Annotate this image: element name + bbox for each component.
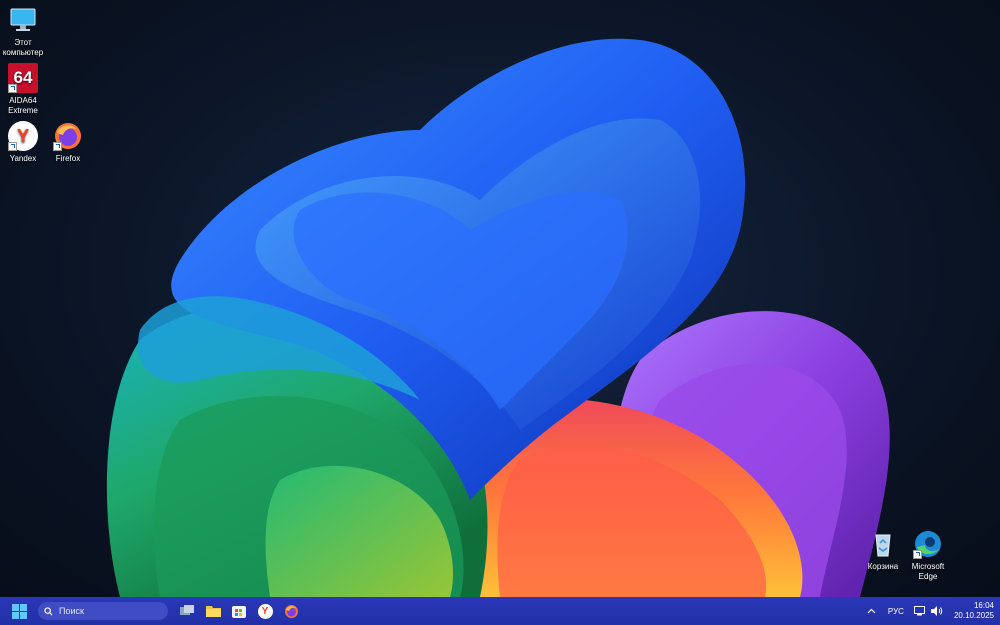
shortcut-arrow-icon <box>8 84 17 93</box>
shortcut-arrow-icon <box>8 142 17 151</box>
language-indicator[interactable]: РУС <box>888 607 904 616</box>
yandex-badge: Y <box>16 126 29 146</box>
desktop-icon-aida64[interactable]: 64 AIDA64 Extreme <box>0 63 46 116</box>
desktop-icon-label: Microsoft Edge <box>911 562 945 581</box>
desktop-icon-label: Корзина <box>867 562 899 571</box>
yandex-icon: Y <box>8 121 38 151</box>
desktop[interactable]: Этот компьютер 64 AIDA64 Extreme Y Yande… <box>0 0 1000 597</box>
network-icon <box>914 606 926 616</box>
wallpaper-bloom <box>106 38 890 597</box>
task-view-button[interactable] <box>174 598 200 624</box>
aida64-icon: 64 <box>8 63 38 93</box>
start-icon <box>11 603 27 619</box>
recycle-bin-icon <box>868 529 898 559</box>
yandex-taskbar-button[interactable]: Y <box>252 598 278 624</box>
desktop-icon-label: AIDA64 Extreme <box>8 96 38 115</box>
show-hidden-icons-button[interactable] <box>862 598 882 624</box>
desktop-icon-firefox[interactable]: Firefox <box>45 121 91 164</box>
desktop-icon-label: Firefox <box>55 154 81 163</box>
yandex-badge: Y <box>261 605 269 617</box>
speaker-icon <box>930 606 943 616</box>
network-button[interactable] <box>912 598 928 624</box>
desktop-icon-label: Yandex <box>9 154 37 163</box>
desktop-icon-yandex[interactable]: Y Yandex <box>0 121 46 164</box>
file-explorer-icon <box>205 606 221 617</box>
search-placeholder: Поиск <box>59 606 84 616</box>
clock[interactable]: 16:04 20.10.2025 <box>954 601 994 621</box>
monitor-icon <box>8 5 38 35</box>
store-icon <box>232 606 246 618</box>
search-box[interactable]: Поиск <box>38 602 168 620</box>
task-view-icon <box>180 605 194 615</box>
desktop-icon-this-pc[interactable]: Этот компьютер <box>0 5 46 58</box>
file-explorer-button[interactable] <box>200 598 226 624</box>
shortcut-arrow-icon <box>913 550 922 559</box>
desktop-icon-edge[interactable]: Microsoft Edge <box>905 529 951 582</box>
edge-icon <box>913 529 943 559</box>
aida64-badge: 64 <box>13 68 33 87</box>
taskbar: Поиск Y РУС 16:04 20.10.2025 <box>0 597 1000 625</box>
desktop-icon-label: Этот компьютер <box>2 38 44 57</box>
desktop-icon-recycle-bin[interactable]: Корзина <box>860 529 906 572</box>
yandex-icon: Y <box>257 603 273 619</box>
firefox-icon <box>284 604 298 618</box>
firefox-icon <box>53 121 83 151</box>
shortcut-arrow-icon <box>53 142 62 151</box>
firefox-taskbar-button[interactable] <box>278 598 304 624</box>
store-button[interactable] <box>226 598 252 624</box>
system-tray: РУС 16:04 20.10.2025 <box>862 597 1000 625</box>
clock-time: 16:04 <box>973 601 994 610</box>
start-button[interactable] <box>6 598 32 624</box>
volume-button[interactable] <box>928 598 946 624</box>
clock-date: 20.10.2025 <box>953 611 994 620</box>
chevron-up-icon <box>867 608 876 614</box>
search-icon <box>44 606 53 616</box>
